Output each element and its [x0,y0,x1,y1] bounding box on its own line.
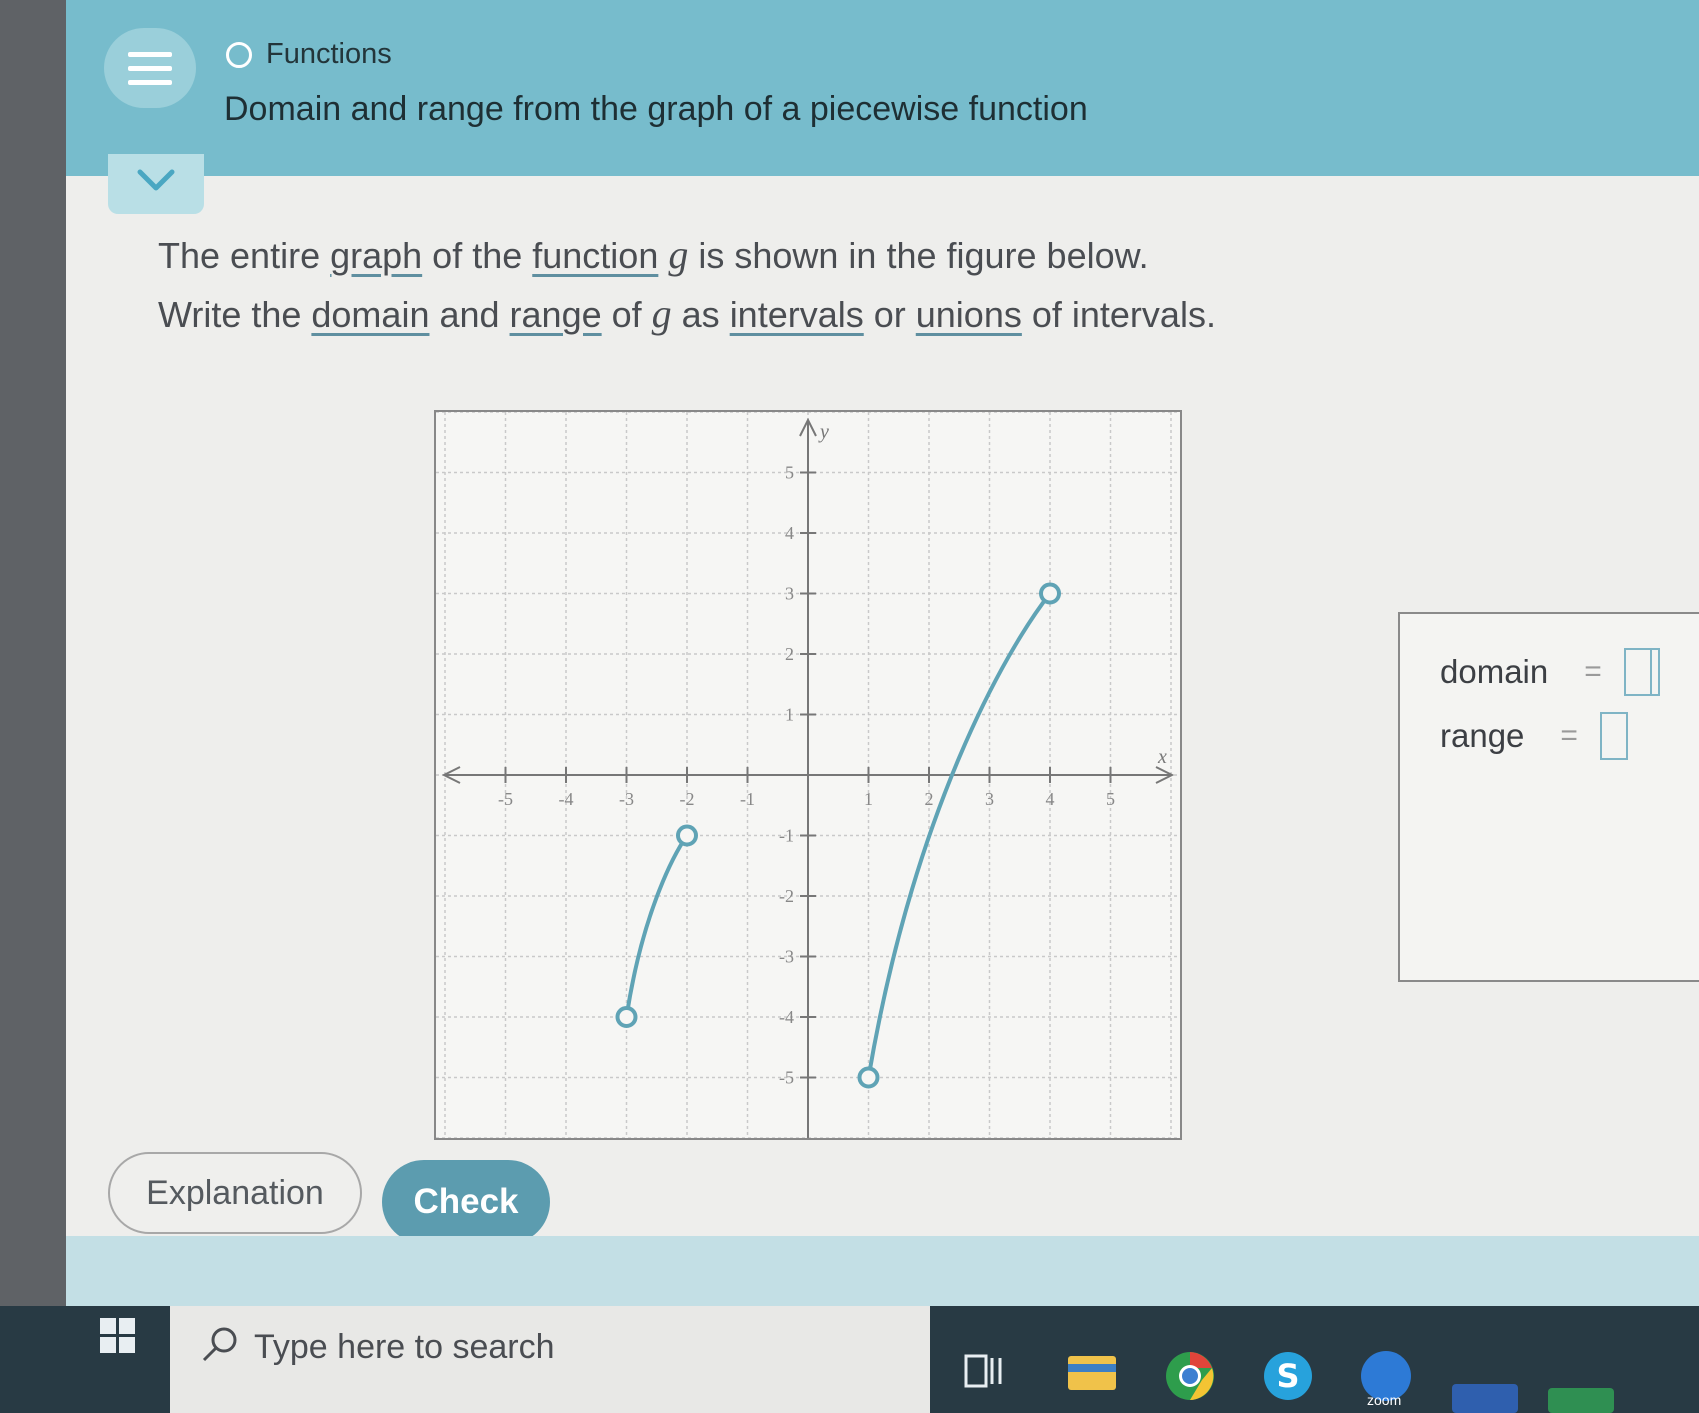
function-variable: g [651,291,672,336]
search-icon [202,1327,237,1362]
range-row: range = [1440,712,1628,760]
range-link[interactable]: range [510,294,602,335]
domain-link[interactable]: domain [311,294,429,335]
range-input[interactable] [1599,712,1628,760]
y-tick-label: -3 [779,947,794,967]
search-placeholder: Type here to search [254,1328,555,1366]
graph-canvas: x y -5 -4 -3 -2 -1 1 2 3 4 5 -5 -4 -3 -2 -1 1 2 3 4 5 [436,412,1180,1138]
page-title: Domain and range from the graph of a pie… [224,90,1088,128]
answer-panel: domain = range = [1398,612,1699,982]
question-line-1: The entire graph of the function g is sh… [158,232,1149,277]
check-button[interactable]: Check [382,1160,550,1244]
open-endpoint-end [1039,582,1061,605]
collapse-button[interactable] [108,154,204,214]
x-tick-label: 1 [864,789,873,809]
range-label: range [1440,717,1525,754]
y-tick-label: -5 [779,1068,794,1088]
question-text: The entire graph of the function g is sh… [158,226,1216,344]
question-line-2: Write the domain and range of g as inter… [158,291,1216,336]
svg-text:S: S [1276,1357,1299,1395]
y-tick-label: -4 [779,1007,794,1027]
open-endpoint-end [676,824,698,847]
header: Functions Domain and range from the grap… [66,0,1699,176]
y-axis-label: y [818,421,829,443]
topic-label: Functions [266,38,392,70]
x-tick-label: -3 [619,789,634,809]
taskbar-search[interactable]: Type here to search [170,1306,930,1413]
y-tick-label: 3 [785,584,794,604]
task-view-icon[interactable] [962,1350,1006,1394]
unions-link[interactable]: unions [916,294,1022,335]
chrome-icon[interactable] [1164,1350,1216,1402]
graph-link[interactable]: graph [330,235,422,276]
domain-label: domain [1440,653,1549,690]
x-tick-label: 3 [985,789,994,809]
zoom-label: zoom [1367,1392,1402,1408]
domain-row: domain = [1440,648,1652,696]
y-tick-label: -2 [779,886,794,906]
domain-input[interactable] [1623,648,1652,696]
y-tick-label: 1 [785,705,794,725]
open-endpoint-start [857,1066,880,1089]
word-icon[interactable] [1452,1384,1518,1413]
chevron-down-icon [137,169,175,191]
explanation-button[interactable]: Explanation [108,1152,362,1234]
x-tick-label: -5 [498,789,513,809]
file-explorer-icon[interactable] [1066,1350,1118,1394]
progress-ring-icon [226,41,252,68]
hamburger-icon [128,52,172,57]
menu-button[interactable] [104,28,196,108]
excel-icon[interactable] [1548,1388,1614,1413]
footer-band [66,1236,1699,1306]
x-tick-label: 2 [925,789,934,809]
x-tick-label: -4 [559,789,574,809]
x-tick-label: 4 [1046,789,1055,809]
open-endpoint-start [615,1006,638,1028]
y-tick-label: -1 [779,826,794,846]
windows-start-icon[interactable] [100,1318,136,1354]
intervals-link[interactable]: intervals [730,294,864,335]
x-tick-label: 5 [1106,789,1115,809]
x-tick-label: -1 [740,789,755,809]
function-variable: g [668,232,689,277]
y-tick-label: 4 [785,523,794,543]
topic-title: Functions [226,38,392,71]
function-curve-segment-1 [624,834,689,1018]
x-tick-label: -2 [680,789,695,809]
function-link[interactable]: function [532,235,658,276]
y-tick-label: 5 [785,463,794,483]
y-tick-label: 2 [785,644,794,664]
x-axis-label: x [1157,746,1167,768]
skype-icon[interactable]: S [1262,1350,1314,1402]
function-graph: x y -5 -4 -3 -2 -1 1 2 3 4 5 -5 -4 -3 -2 -1 1 2 3 4 5 [434,410,1182,1140]
app-screen: Functions Domain and range from the grap… [66,0,1699,1413]
